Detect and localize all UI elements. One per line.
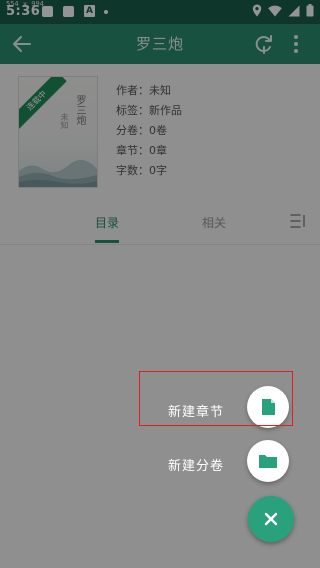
new-volume-button[interactable] — [247, 440, 289, 482]
scrim-overlay[interactable] — [0, 0, 320, 568]
fab-close-button[interactable] — [248, 496, 294, 542]
highlight-box — [139, 371, 293, 426]
folder-icon — [259, 455, 277, 468]
close-icon — [264, 512, 278, 526]
new-volume-label[interactable]: 新建分卷 — [168, 455, 224, 474]
